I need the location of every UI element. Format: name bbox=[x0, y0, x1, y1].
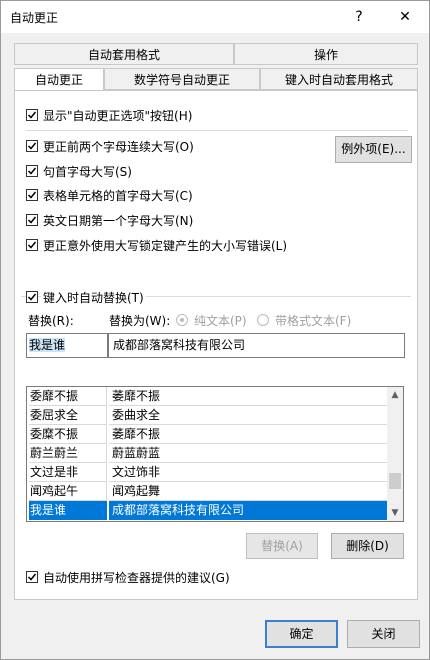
entry-to: 闻鸡起舞 bbox=[109, 482, 387, 501]
plain-text-radio[interactable] bbox=[176, 314, 188, 326]
two-initials-label: 更正前两个字母连续大写(O) bbox=[43, 140, 194, 154]
sentence-cap-label: 句首字母大写(S) bbox=[43, 165, 132, 179]
formatted-text-label: 带格式文本(F) bbox=[275, 314, 352, 328]
checkmark-icon bbox=[27, 167, 37, 175]
table-cap-checkbox[interactable] bbox=[26, 189, 38, 201]
two-initials-checkbox[interactable] bbox=[26, 140, 38, 152]
ok-button[interactable]: 确定 bbox=[265, 620, 338, 648]
with-input[interactable]: 成都部落窝科技有限公司 bbox=[108, 333, 405, 358]
tab-autoformat[interactable]: 自动套用格式 bbox=[14, 43, 234, 65]
exceptions-button[interactable]: 例外项(E)... bbox=[335, 136, 412, 163]
scroll-down-icon[interactable]: ▼ bbox=[387, 505, 403, 521]
tab-actions[interactable]: 操作 bbox=[234, 43, 418, 65]
list-scrollbar[interactable]: ▲ ▼ bbox=[387, 387, 403, 521]
checkmark-icon bbox=[27, 216, 37, 224]
show-buttons-checkbox[interactable] bbox=[26, 109, 38, 121]
list-item[interactable]: 蔚兰蔚兰 蔚蓝蔚蓝 bbox=[27, 444, 387, 463]
divider bbox=[26, 130, 408, 131]
help-button[interactable]: ? bbox=[339, 3, 379, 31]
list-item[interactable]: 文过是非 文过饰非 bbox=[27, 463, 387, 482]
autocorrect-dialog: 自动更正 ? ✕ 自动套用格式 操作 自动更正 数学符号自动更正 键入时自动套用… bbox=[0, 0, 430, 660]
caps-lock-label: 更正意外使用大写锁定键产生的大小写错误(L) bbox=[43, 239, 288, 253]
scroll-thumb[interactable] bbox=[389, 473, 401, 489]
cancel-button[interactable]: 关闭 bbox=[347, 620, 420, 648]
day-names-checkbox[interactable] bbox=[26, 214, 38, 226]
day-names-label: 英文日期第一个字母大写(N) bbox=[43, 214, 194, 228]
entry-from: 委靡不振 bbox=[29, 387, 107, 406]
entry-to: 蔚蓝蔚蓝 bbox=[109, 444, 387, 463]
replace-input-value: 我是谁 bbox=[29, 338, 66, 352]
caps-lock-checkbox[interactable] bbox=[26, 239, 38, 251]
entry-to: 萎靡不振 bbox=[109, 387, 387, 406]
tab-math-autocorrect[interactable]: 数学符号自动更正 bbox=[104, 68, 260, 90]
with-label: 替换为(W): bbox=[109, 314, 171, 328]
spell-suggest-label: 自动使用拼写检查器提供的建议(G) bbox=[43, 571, 230, 585]
checkmark-icon bbox=[27, 573, 37, 581]
list-item[interactable]: 委屈求全 委曲求全 bbox=[27, 406, 387, 425]
list-item[interactable]: 我是谁 成都部落窝科技有限公司 bbox=[27, 501, 387, 520]
delete-button[interactable]: 删除(D) bbox=[331, 533, 404, 559]
entry-from: 闻鸡起午 bbox=[29, 482, 107, 501]
checkmark-icon bbox=[27, 293, 37, 301]
autocorrect-entries-list[interactable]: 委靡不振 萎靡不振 委屈求全 委曲求全 委糜不振 萎靡不振 蔚兰蔚兰 蔚蓝蔚蓝 文过是非 文过饰非… bbox=[26, 386, 404, 522]
sentence-cap-checkbox[interactable] bbox=[26, 165, 38, 177]
entry-from: 委屈求全 bbox=[29, 406, 107, 425]
checkmark-icon bbox=[27, 241, 37, 249]
replace-as-you-type-label: 键入时自动替换(T) bbox=[41, 289, 146, 306]
entry-to: 萎靡不振 bbox=[109, 425, 387, 444]
spell-suggest-checkbox[interactable] bbox=[26, 571, 38, 583]
show-buttons-label: 显示"自动更正选项"按钮(H) bbox=[43, 109, 193, 123]
replace-button[interactable]: 替换(A) bbox=[246, 533, 318, 559]
entry-from: 我是谁 bbox=[29, 501, 107, 520]
tab-autocorrect[interactable]: 自动更正 bbox=[14, 68, 104, 91]
table-cap-label: 表格单元格的首字母大写(C) bbox=[43, 189, 193, 203]
plain-text-label: 纯文本(P) bbox=[194, 314, 247, 328]
tab-autoformat-as-you-type[interactable]: 键入时自动套用格式 bbox=[260, 68, 418, 90]
entry-from: 蔚兰蔚兰 bbox=[29, 444, 107, 463]
entry-to: 文过饰非 bbox=[109, 463, 387, 482]
checkmark-icon bbox=[27, 111, 37, 119]
window-title: 自动更正 bbox=[10, 11, 59, 25]
replace-input[interactable]: 我是谁 bbox=[26, 333, 108, 358]
entry-from: 文过是非 bbox=[29, 463, 107, 482]
list-item[interactable]: 闻鸡起午 闻鸡起舞 bbox=[27, 482, 387, 501]
title-bar: 自动更正 ? ✕ bbox=[1, 1, 429, 33]
close-button[interactable]: ✕ bbox=[385, 3, 425, 31]
list-item[interactable]: 委糜不振 萎靡不振 bbox=[27, 425, 387, 444]
entry-to: 成都部落窝科技有限公司 bbox=[109, 501, 387, 520]
entry-to: 委曲求全 bbox=[109, 406, 387, 425]
list-item[interactable]: 委靡不振 萎靡不振 bbox=[27, 387, 387, 406]
formatted-text-radio[interactable] bbox=[257, 314, 269, 326]
checkmark-icon bbox=[27, 191, 37, 199]
scroll-up-icon[interactable]: ▲ bbox=[387, 387, 403, 403]
replace-as-you-type-checkbox[interactable] bbox=[26, 291, 38, 303]
entry-from: 委糜不振 bbox=[29, 425, 107, 444]
checkmark-icon bbox=[27, 142, 37, 150]
replace-label: 替换(R): bbox=[28, 314, 74, 328]
